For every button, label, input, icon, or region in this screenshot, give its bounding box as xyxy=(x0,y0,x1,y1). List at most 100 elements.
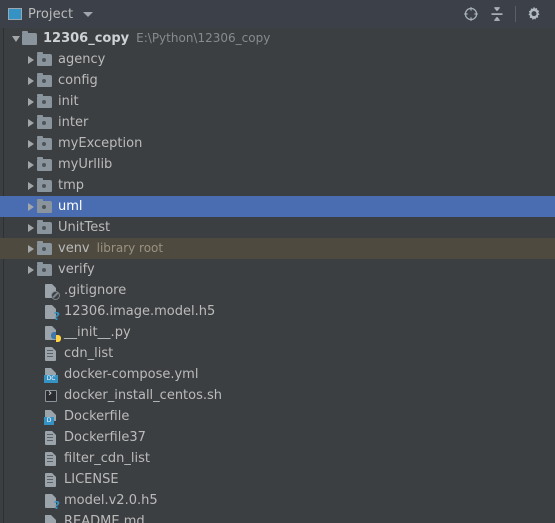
tree-row-12306-image-model-h5[interactable]: ? 12306.image.model.h5 xyxy=(0,301,555,322)
chevron-down-icon[interactable] xyxy=(83,11,94,17)
folder-package-icon xyxy=(37,72,53,89)
text-file-icon xyxy=(43,346,59,362)
chevron-right-icon xyxy=(28,76,34,85)
tree-row-label: inter xyxy=(58,115,89,130)
tree-row-docker-install-centos-sh[interactable]: docker_install_centos.sh xyxy=(0,385,555,406)
tree-row-readme-md[interactable]: README.md xyxy=(0,511,555,523)
markdown-file-icon xyxy=(43,514,59,523)
text-file-icon xyxy=(43,430,59,446)
folder-package-icon xyxy=(37,51,53,68)
expand-toggle[interactable] xyxy=(25,259,37,280)
expand-toggle[interactable] xyxy=(25,238,37,259)
folder-package-icon xyxy=(37,198,53,215)
tree-row-license[interactable]: LICENSE xyxy=(0,469,555,490)
tree-row-label: 12306.image.model.h5 xyxy=(64,304,216,319)
tree-row-label: README.md xyxy=(64,514,145,523)
folder-package-icon xyxy=(37,114,53,131)
tree-row-gitignore[interactable]: .gitignore xyxy=(0,280,555,301)
expand-toggle[interactable] xyxy=(25,70,37,91)
tree-row-unittest[interactable]: UnitTest xyxy=(0,217,555,238)
chevron-right-icon xyxy=(28,202,34,211)
project-tab-label: Project xyxy=(28,6,74,22)
folder-package-icon xyxy=(37,240,53,257)
tree-row-label: filter_cdn_list xyxy=(64,451,150,466)
tree-row-label: __init__.py xyxy=(64,325,131,340)
tree-row-myurllib[interactable]: myUrllib xyxy=(0,154,555,175)
tree-row-label: UnitTest xyxy=(58,220,111,235)
tree-row-init-py[interactable]: __init__.py xyxy=(0,322,555,343)
expand-toggle[interactable] xyxy=(25,91,37,112)
tree-row-docker-compose-yml[interactable]: DC docker-compose.yml xyxy=(0,364,555,385)
project-window-icon xyxy=(8,8,22,20)
tree-row-label: docker-compose.yml xyxy=(64,367,199,382)
tree-row-myexception[interactable]: myException xyxy=(0,133,555,154)
folder-package-icon xyxy=(37,261,53,278)
expand-toggle[interactable] xyxy=(25,154,37,175)
tree-row-root[interactable]: 12306_copy E:\Python\12306_copy xyxy=(0,28,555,49)
tree-row-model-v2-0-h5[interactable]: ? model.v2.0.h5 xyxy=(0,490,555,511)
tree-row-venv[interactable]: venv library root xyxy=(0,238,555,259)
gear-icon xyxy=(528,6,540,20)
tree-row-hint: E:\Python\12306_copy xyxy=(136,31,271,45)
tree-row-filter-cdn-list[interactable]: filter_cdn_list xyxy=(0,448,555,469)
chevron-right-icon xyxy=(28,97,34,106)
folder-package-icon xyxy=(37,135,53,152)
python-file-icon xyxy=(43,325,61,342)
tree-row-dockerfile37[interactable]: Dockerfile37 xyxy=(0,427,555,448)
folder-package-icon xyxy=(37,156,53,173)
tree-row-label: docker_install_centos.sh xyxy=(64,388,223,403)
chevron-right-icon xyxy=(28,223,34,232)
tree-row-label: verify xyxy=(58,262,95,277)
tree-row-cdn-list[interactable]: cdn_list xyxy=(0,343,555,364)
chevron-right-icon xyxy=(28,55,34,64)
expand-toggle[interactable] xyxy=(25,196,37,217)
folder-package-icon xyxy=(37,93,53,110)
folder-icon xyxy=(22,30,38,47)
tree-row-inter[interactable]: inter xyxy=(0,112,555,133)
tree-row-label: .gitignore xyxy=(64,283,127,298)
scroll-from-source-button[interactable] xyxy=(458,1,484,27)
chevron-right-icon xyxy=(28,244,34,253)
project-tab[interactable]: Project xyxy=(8,6,94,22)
tree-row-uml[interactable]: uml xyxy=(0,196,555,217)
tree-row-hint: library root xyxy=(96,241,164,255)
text-file-icon xyxy=(43,451,59,467)
crosshair-target-icon xyxy=(464,7,478,21)
tree-row-label: 12306_copy xyxy=(43,31,130,46)
tree-row-config[interactable]: config xyxy=(0,70,555,91)
expand-toggle[interactable] xyxy=(25,175,37,196)
tool-window-header: Project xyxy=(0,0,555,28)
tree-row-label: init xyxy=(58,94,79,109)
tree-row-label: config xyxy=(58,73,98,88)
tree-row-agency[interactable]: agency xyxy=(0,49,555,70)
tree-row-tmp[interactable]: tmp xyxy=(0,175,555,196)
shell-script-icon xyxy=(43,388,59,404)
folder-package-icon xyxy=(37,219,53,236)
tree-row-verify[interactable]: verify xyxy=(0,259,555,280)
chevron-right-icon xyxy=(28,118,34,127)
collapse-all-button[interactable] xyxy=(484,1,510,27)
file-badge: DC xyxy=(44,374,58,383)
tree-row-dockerfile[interactable]: D Dockerfile xyxy=(0,406,555,427)
dockerfile-icon: D xyxy=(43,409,59,425)
expand-toggle[interactable] xyxy=(25,217,37,238)
tree-row-label: cdn_list xyxy=(64,346,114,361)
settings-button[interactable] xyxy=(521,1,547,27)
tree-row-label: tmp xyxy=(58,178,85,193)
expand-toggle[interactable] xyxy=(25,112,37,133)
tree-row-label: uml xyxy=(58,199,83,214)
ignored-file-icon xyxy=(43,283,60,300)
tree-row-init[interactable]: init xyxy=(0,91,555,112)
collapse-all-icon xyxy=(491,7,503,21)
expand-toggle-root[interactable] xyxy=(10,28,22,49)
project-tree[interactable]: 12306_copy E:\Python\12306_copy agency co… xyxy=(0,28,555,523)
file-badge: D xyxy=(44,416,54,425)
expand-toggle[interactable] xyxy=(25,133,37,154)
tree-row-label: Dockerfile xyxy=(64,409,130,424)
text-file-icon xyxy=(43,472,59,488)
docker-compose-file-icon: DC xyxy=(43,367,59,383)
chevron-right-icon xyxy=(28,139,34,148)
tree-row-label: agency xyxy=(58,52,106,67)
chevron-right-icon xyxy=(28,181,34,190)
expand-toggle[interactable] xyxy=(25,49,37,70)
